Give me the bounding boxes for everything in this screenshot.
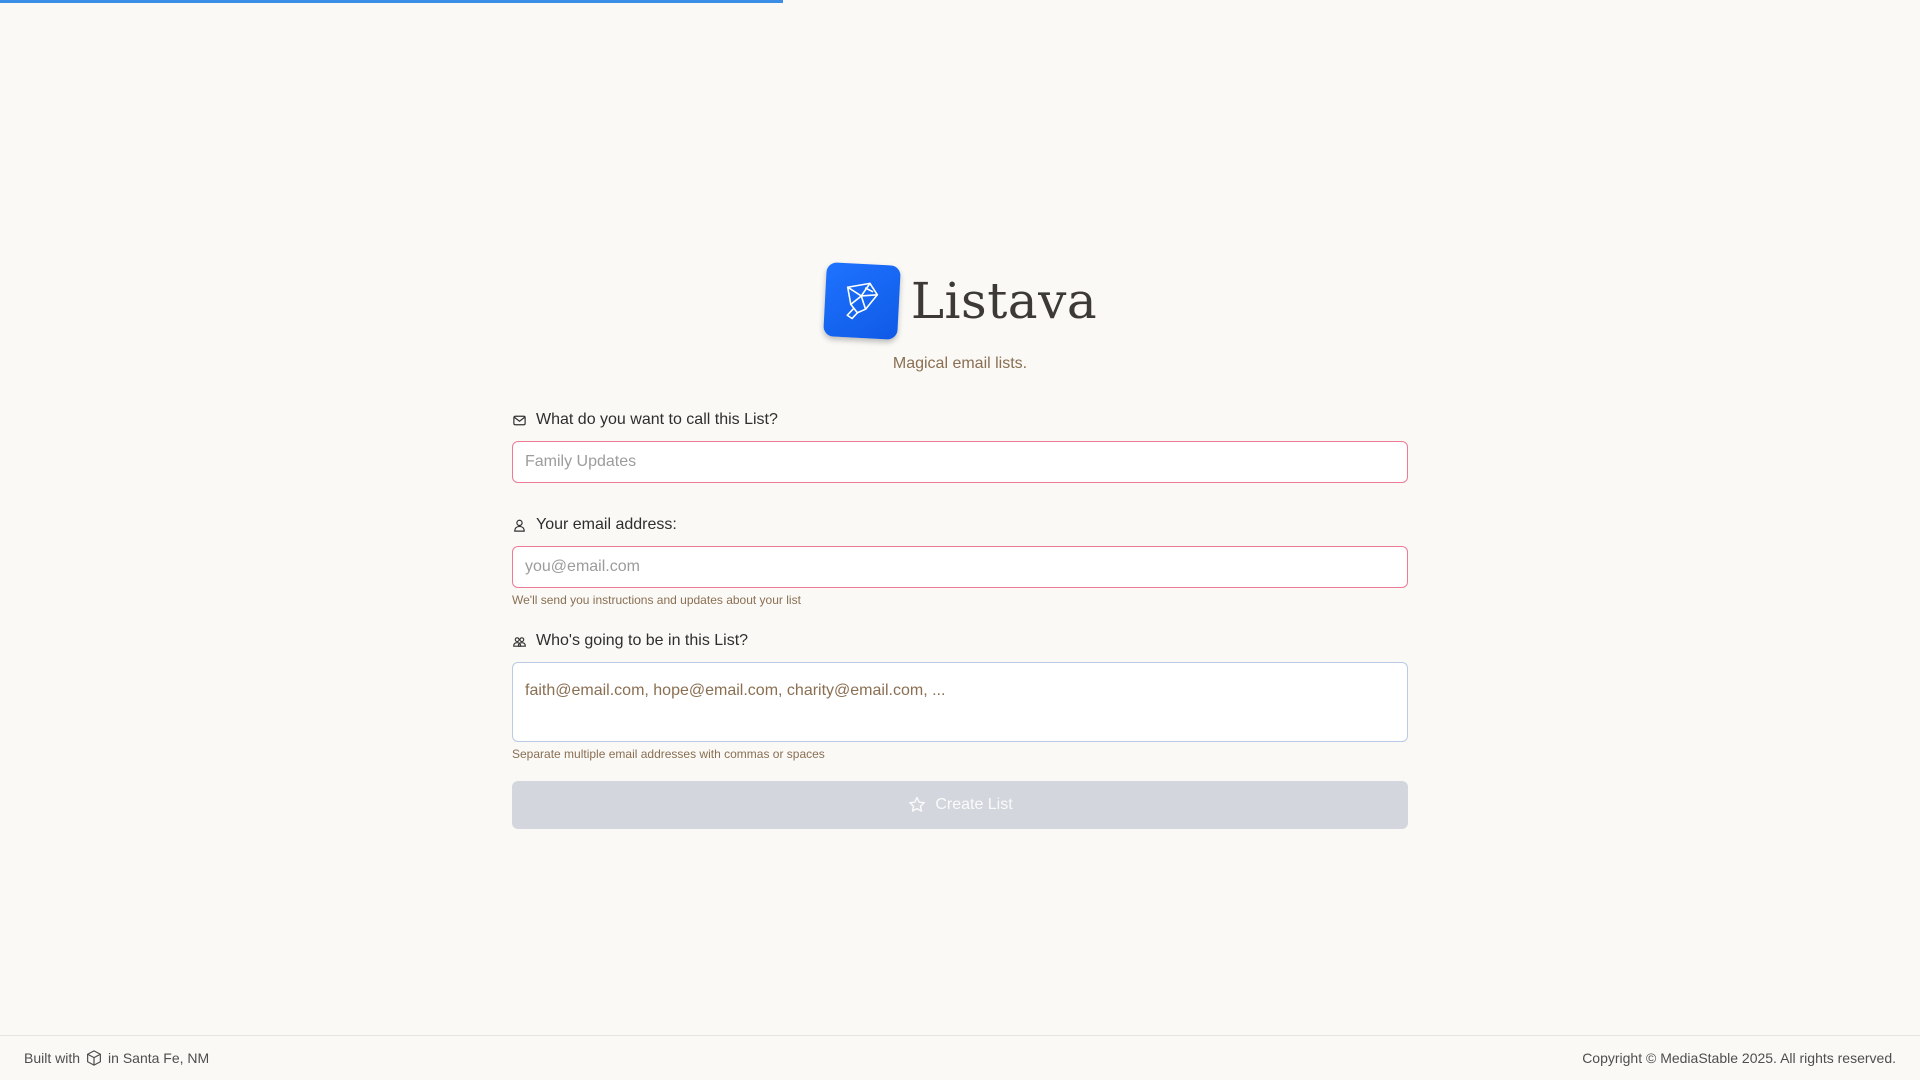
create-list-label: Create List: [935, 796, 1013, 813]
progress-fill: [0, 0, 784, 3]
star-icon: [909, 796, 926, 812]
list-name-label-text: What do you want to call this List?: [536, 411, 778, 428]
brand-header: Listava: [0, 262, 1920, 340]
members-label-text: Who's going to be in this List?: [536, 632, 749, 649]
create-list-button[interactable]: Create List: [512, 781, 1408, 829]
bird-origami-icon: [822, 262, 901, 340]
user-icon: [514, 519, 525, 532]
app-name: Listava: [910, 272, 1098, 330]
create-list-form: What do you want to call this List? Fami…: [512, 410, 1408, 829]
members-hint: Separate multiple email addresses with c…: [512, 747, 825, 761]
page-loading-progress: [0, 0, 1920, 3]
mail-icon: [513, 415, 526, 425]
footer: Built with in Santa Fe, NM Copyright © M…: [0, 1035, 1920, 1080]
email-placeholder: you@email.com: [525, 558, 640, 575]
list-name-label: What do you want to call this List?: [512, 410, 1408, 430]
users-icon: [513, 636, 526, 647]
email-hint: We'll send you instructions and updates …: [512, 593, 801, 607]
built-suffix: in Santa Fe, NM: [108, 1050, 210, 1066]
email-group: Your email address: you@email.com We'll …: [512, 515, 1408, 607]
members-label: Who's going to be in this List?: [512, 631, 1408, 651]
cube-icon: [87, 1050, 102, 1066]
built-prefix: Built with: [24, 1050, 81, 1066]
built-with: Built with in Santa Fe, NM: [24, 1049, 209, 1067]
members-placeholder: faith@email.com, hope@email.com, charity…: [525, 682, 946, 699]
list-name-group: What do you want to call this List? Fami…: [512, 410, 1408, 483]
members-textarea[interactable]: faith@email.com, hope@email.com, charity…: [512, 662, 1408, 742]
email-label: Your email address:: [512, 515, 1408, 535]
members-group: Who's going to be in this List? faith@em…: [512, 631, 1408, 761]
list-name-input[interactable]: Family Updates: [512, 441, 1408, 483]
email-label-text: Your email address:: [536, 516, 677, 533]
copyright: Copyright © MediaStable 2025. All rights…: [1582, 1050, 1896, 1066]
email-input[interactable]: you@email.com: [512, 546, 1408, 588]
list-name-placeholder: Family Updates: [525, 453, 637, 470]
tagline: Magical email lists.: [892, 355, 1028, 372]
